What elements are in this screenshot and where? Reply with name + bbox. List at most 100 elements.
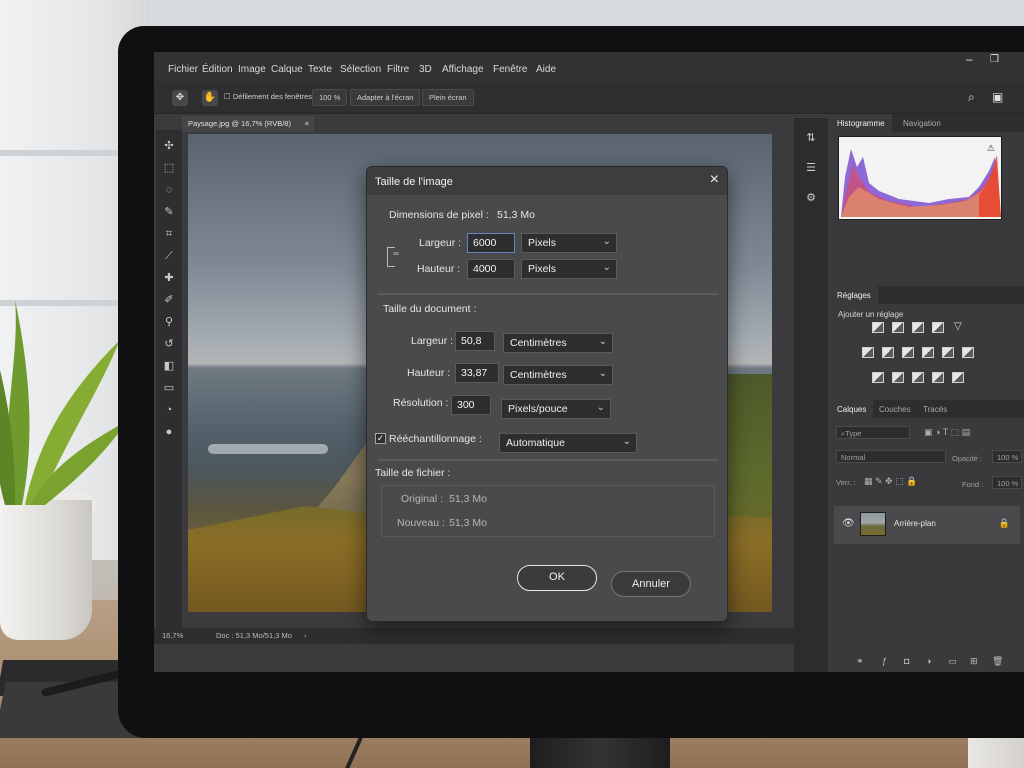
menu-image[interactable]: Image (238, 64, 266, 75)
gradient-tool-icon[interactable]: ▭ (160, 380, 178, 396)
tab-histogram[interactable]: Histogramme (830, 114, 892, 132)
close-icon[interactable]: × (710, 171, 719, 189)
marquee-tool-icon[interactable]: ⬚ (160, 160, 178, 176)
menu-window[interactable]: Fenêtre (493, 64, 527, 75)
tab-paths[interactable]: Tracés (916, 400, 954, 418)
eraser-tool-icon[interactable]: ◧ (160, 358, 178, 374)
fullscreen-button[interactable]: Plein écran (422, 89, 474, 106)
scroll-all-windows-checkbox[interactable]: ☐ Défilement des fenêtres (224, 92, 312, 101)
pixel-width-input[interactable]: 6000 (467, 233, 515, 253)
hand-tool-preset-icon[interactable]: ✋ (202, 90, 218, 106)
opacity-field[interactable]: 100 % (992, 450, 1022, 463)
warning-icon[interactable]: ⚠ (987, 143, 995, 154)
menu-view[interactable]: Affichage (442, 64, 484, 75)
healing-brush-icon[interactable]: ✚ (160, 270, 178, 286)
resample-checkbox[interactable]: ✓ (375, 433, 386, 444)
blend-mode-select[interactable]: Normal (836, 450, 946, 463)
mask-icon[interactable]: ◘ (904, 656, 909, 666)
lock-icons[interactable]: ▦ ✎ ✥ ⬚ 🔒 (864, 476, 917, 487)
hand-tool-icon[interactable]: ✥ (172, 90, 188, 106)
crop-tool-icon[interactable]: ⌗ (160, 226, 178, 242)
doc-width-unit-select[interactable]: Centimètres ⌄ (503, 333, 613, 353)
close-document-icon[interactable]: × (305, 119, 309, 128)
zoom-100-button[interactable]: 100 % (312, 89, 348, 106)
menu-help[interactable]: Aide (536, 64, 556, 75)
fill-field[interactable]: 100 % (992, 476, 1022, 489)
doc-height-unit: Centimètres (510, 369, 567, 381)
history-brush-icon[interactable]: ↺ (160, 336, 178, 352)
brush-tool-icon[interactable]: ✐ (160, 292, 178, 308)
minimize-icon[interactable]: – (966, 52, 973, 66)
move-tool-icon[interactable]: ✣ (160, 138, 178, 154)
doc-height-unit-select[interactable]: Centimètres ⌄ (503, 365, 613, 385)
eyedropper-tool-icon[interactable]: ⟋ (160, 248, 178, 264)
menu-select[interactable]: Sélection (340, 64, 381, 75)
trash-icon[interactable]: 🗑 (992, 656, 1003, 667)
chevron-right-icon[interactable]: › (304, 631, 307, 640)
lock-icon[interactable]: 🔒 (999, 518, 1010, 529)
tab-channels[interactable]: Couches (872, 400, 918, 418)
group-icon[interactable]: ▭ (948, 656, 957, 667)
fx-icon[interactable]: ƒ (882, 656, 887, 666)
search-icon[interactable]: ⌕ (968, 90, 975, 105)
gradient-map-icon[interactable] (932, 372, 944, 383)
resample-select[interactable]: Automatique ⌄ (499, 433, 637, 453)
photo-filter-icon[interactable] (922, 347, 934, 358)
history-panel-icon[interactable]: ⇅ (803, 130, 819, 146)
menu-filter[interactable]: Filtre (387, 64, 409, 75)
pixel-height-input[interactable]: 4000 (467, 259, 515, 279)
black-white-icon[interactable] (902, 347, 914, 358)
menu-edit[interactable]: Édition (202, 64, 233, 75)
restore-icon[interactable]: ❐ (990, 54, 999, 65)
stamp-tool-icon[interactable]: ⚲ (160, 314, 178, 330)
layer-name[interactable]: Arrière-plan (894, 519, 936, 528)
fit-screen-button[interactable]: Adapter à l'écran (350, 89, 421, 106)
document-tab[interactable]: Paysage.jpg @ 16,7% (RVB/8) × (182, 116, 314, 132)
layer-row[interactable]: 👁 Arrière-plan 🔒 (834, 506, 1020, 544)
color-balance-icon[interactable] (882, 347, 894, 358)
resolution-unit-select[interactable]: Pixels/pouce ⌄ (501, 399, 611, 419)
color-lookup-icon[interactable] (962, 347, 974, 358)
levels-icon[interactable] (892, 322, 904, 333)
threshold-icon[interactable] (912, 372, 924, 383)
chain-link-icon[interactable]: ∞ (393, 249, 399, 258)
pixel-width-unit-select[interactable]: Pixels ⌄ (521, 233, 617, 253)
vibrance-icon[interactable]: ▽ (954, 322, 966, 333)
workspace-icon[interactable]: ▣ (992, 90, 1003, 104)
dodge-tool-icon[interactable]: ● (160, 424, 178, 440)
menu-file[interactable]: Fichier (168, 64, 198, 75)
link-layers-icon[interactable]: ⚭ (856, 656, 864, 667)
hue-saturation-icon[interactable] (862, 347, 874, 358)
chevron-down-icon: ⌄ (602, 236, 611, 247)
menu-layer[interactable]: Calque (271, 64, 303, 75)
exposure-icon[interactable] (932, 322, 944, 333)
actions-panel-icon[interactable]: ⚙ (803, 190, 819, 206)
lasso-tool-icon[interactable]: ◌ (160, 182, 178, 198)
invert-icon[interactable] (872, 372, 884, 383)
eye-icon[interactable]: 👁 (842, 518, 855, 529)
menu-3d[interactable]: 3D (419, 64, 432, 75)
brightness-contrast-icon[interactable] (872, 322, 884, 333)
curves-icon[interactable] (912, 322, 924, 333)
layer-kind-filter[interactable]: ⌕ Type (836, 426, 910, 439)
tab-navigation[interactable]: Navigation (896, 114, 948, 132)
menu-type[interactable]: Texte (308, 64, 332, 75)
layer-filter-icons[interactable]: ▣ ◑ T ⬚ ▤ (924, 427, 970, 438)
posterize-icon[interactable] (892, 372, 904, 383)
doc-width-input[interactable]: 50,8 (455, 331, 495, 351)
new-layer-icon[interactable]: ⊞ (970, 656, 978, 667)
pixel-height-unit-select[interactable]: Pixels ⌄ (521, 259, 617, 279)
blur-tool-icon[interactable]: ◔ (160, 402, 178, 418)
adjustment-layer-icon[interactable]: ◑ (926, 656, 931, 666)
selective-color-icon[interactable] (952, 372, 964, 383)
tab-layers[interactable]: Calques (830, 400, 874, 418)
quick-select-tool-icon[interactable]: ✎ (160, 204, 178, 220)
ok-button[interactable]: OK (517, 565, 597, 591)
properties-panel-icon[interactable]: ☰ (803, 160, 819, 176)
cancel-button[interactable]: Annuler (611, 571, 691, 597)
channel-mixer-icon[interactable] (942, 347, 954, 358)
zoom-level[interactable]: 16,7% (162, 631, 183, 640)
tab-adjustments[interactable]: Réglages (830, 286, 878, 304)
doc-height-input[interactable]: 33,87 (455, 363, 499, 383)
resolution-input[interactable]: 300 (451, 395, 491, 415)
